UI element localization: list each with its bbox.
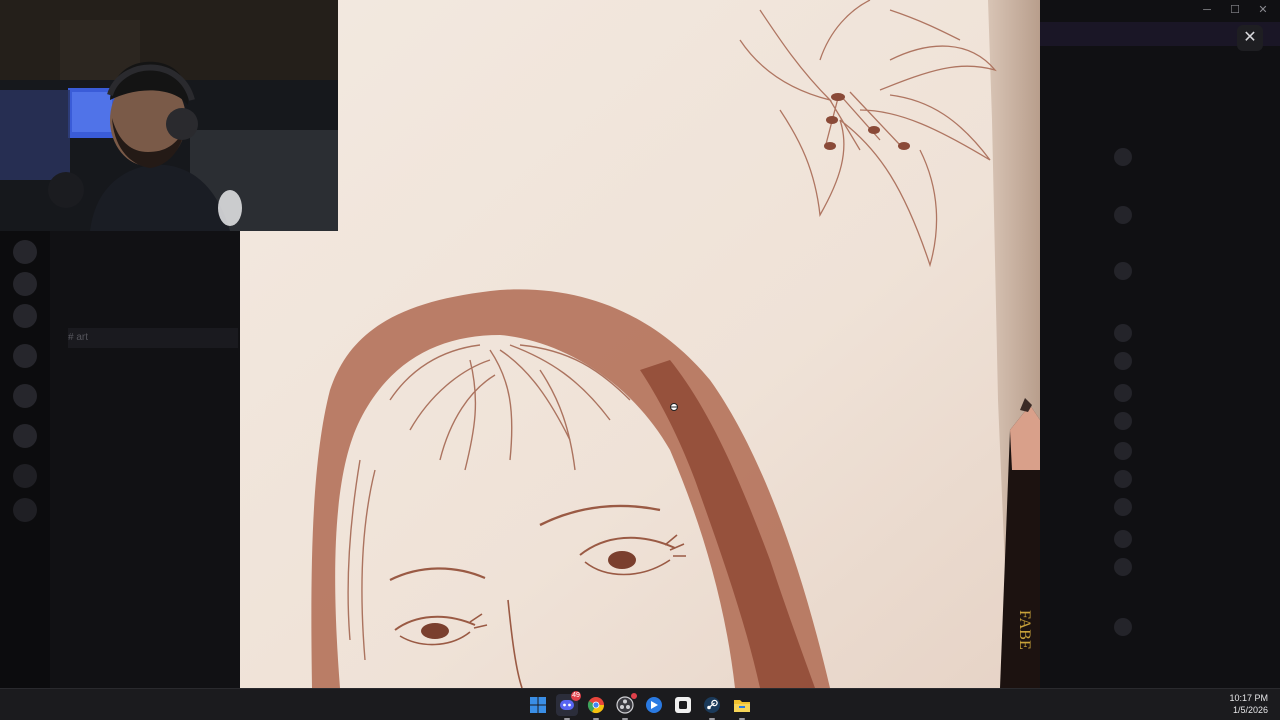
member-item[interactable] — [1114, 410, 1274, 432]
member-item[interactable] — [1114, 496, 1274, 518]
app-blue-icon[interactable] — [643, 694, 665, 716]
sketch-photo: FABE — [240, 0, 1040, 688]
channel-item[interactable] — [68, 586, 238, 606]
channel-list: # art — [58, 228, 238, 688]
file-explorer-icon[interactable] — [731, 694, 753, 720]
explore-icon[interactable] — [13, 498, 37, 522]
channel-item[interactable] — [68, 276, 238, 296]
member-list-dimmed — [1040, 0, 1280, 688]
minimize-button[interactable]: ─ — [1200, 3, 1214, 17]
server-rail — [0, 230, 50, 688]
avatar — [1114, 352, 1132, 370]
add-server-icon[interactable] — [13, 464, 37, 488]
channel-item[interactable] — [68, 302, 238, 322]
clock-time: 10:17 PM — [1229, 693, 1268, 703]
discord-icon[interactable]: 49 — [556, 691, 581, 720]
clock-date: 1/5/2026 — [1232, 705, 1268, 715]
avatar — [1114, 442, 1132, 460]
channel-item[interactable] — [68, 354, 238, 374]
member-item[interactable] — [1114, 616, 1274, 638]
avatar — [1114, 148, 1132, 166]
channel-item[interactable] — [68, 406, 238, 426]
pencil-brand-text: FABE — [1016, 610, 1033, 650]
channel-item[interactable] — [68, 534, 238, 554]
avatar — [1114, 412, 1132, 430]
recording-indicator — [631, 693, 637, 699]
member-item[interactable] — [1114, 260, 1274, 282]
member-item[interactable] — [1114, 204, 1274, 226]
server-icon[interactable] — [13, 424, 37, 448]
avatar — [1114, 558, 1132, 576]
avatar — [1114, 530, 1132, 548]
server-icon[interactable] — [13, 304, 37, 328]
server-icon[interactable] — [13, 344, 37, 368]
system-clock[interactable]: 10:17 PM 1/5/2026 — [1208, 692, 1268, 716]
avatar — [1114, 470, 1132, 488]
window-close-button[interactable]: ✕ — [1256, 3, 1270, 17]
channel-item[interactable] — [68, 508, 238, 528]
channel-item[interactable] — [68, 612, 238, 632]
chrome-icon[interactable] — [585, 694, 607, 720]
obs-icon[interactable] — [614, 693, 637, 720]
mouse-cursor — [670, 403, 678, 411]
avatar — [1114, 206, 1132, 224]
windows-start-icon[interactable] — [527, 694, 549, 716]
member-item[interactable] — [1114, 440, 1274, 462]
window-controls: ─ ☐ ✕ — [1190, 0, 1280, 22]
server-icon[interactable] — [13, 272, 37, 296]
maximize-button[interactable]: ☐ — [1228, 3, 1242, 17]
screen: # art ─ ☐ ✕ FABE ✕ 49 10:17 PM 1/5/2026 — [0, 0, 1280, 720]
channel-item[interactable] — [68, 250, 238, 270]
close-viewer-button[interactable]: ✕ — [1237, 25, 1263, 51]
member-item[interactable] — [1114, 556, 1274, 578]
discord-notification-badge: 49 — [571, 691, 581, 701]
channel-item[interactable] — [68, 380, 238, 400]
avatar — [1114, 324, 1132, 342]
channel-item-art[interactable]: # art — [68, 328, 238, 348]
member-item[interactable] — [1114, 528, 1274, 550]
steam-icon[interactable] — [701, 694, 723, 720]
app-white-icon[interactable] — [672, 694, 694, 716]
server-icon[interactable] — [13, 240, 37, 264]
channel-item[interactable] — [68, 482, 238, 502]
avatar — [1114, 384, 1132, 402]
webcam-feed — [0, 0, 338, 231]
avatar — [1114, 498, 1132, 516]
windows-taskbar: 49 10:17 PM 1/5/2026 — [0, 688, 1280, 720]
member-item[interactable] — [1114, 350, 1274, 372]
channel-item[interactable] — [68, 560, 238, 580]
avatar — [1114, 618, 1132, 636]
image-viewer-photo: FABE — [240, 0, 1040, 688]
avatar — [1114, 262, 1132, 280]
channel-item[interactable] — [68, 432, 238, 452]
server-icon[interactable] — [13, 384, 37, 408]
member-item[interactable] — [1114, 468, 1274, 490]
member-item[interactable] — [1114, 382, 1274, 404]
member-item[interactable] — [1114, 322, 1274, 344]
webcam-overlay — [0, 0, 338, 231]
member-item[interactable] — [1114, 146, 1274, 168]
